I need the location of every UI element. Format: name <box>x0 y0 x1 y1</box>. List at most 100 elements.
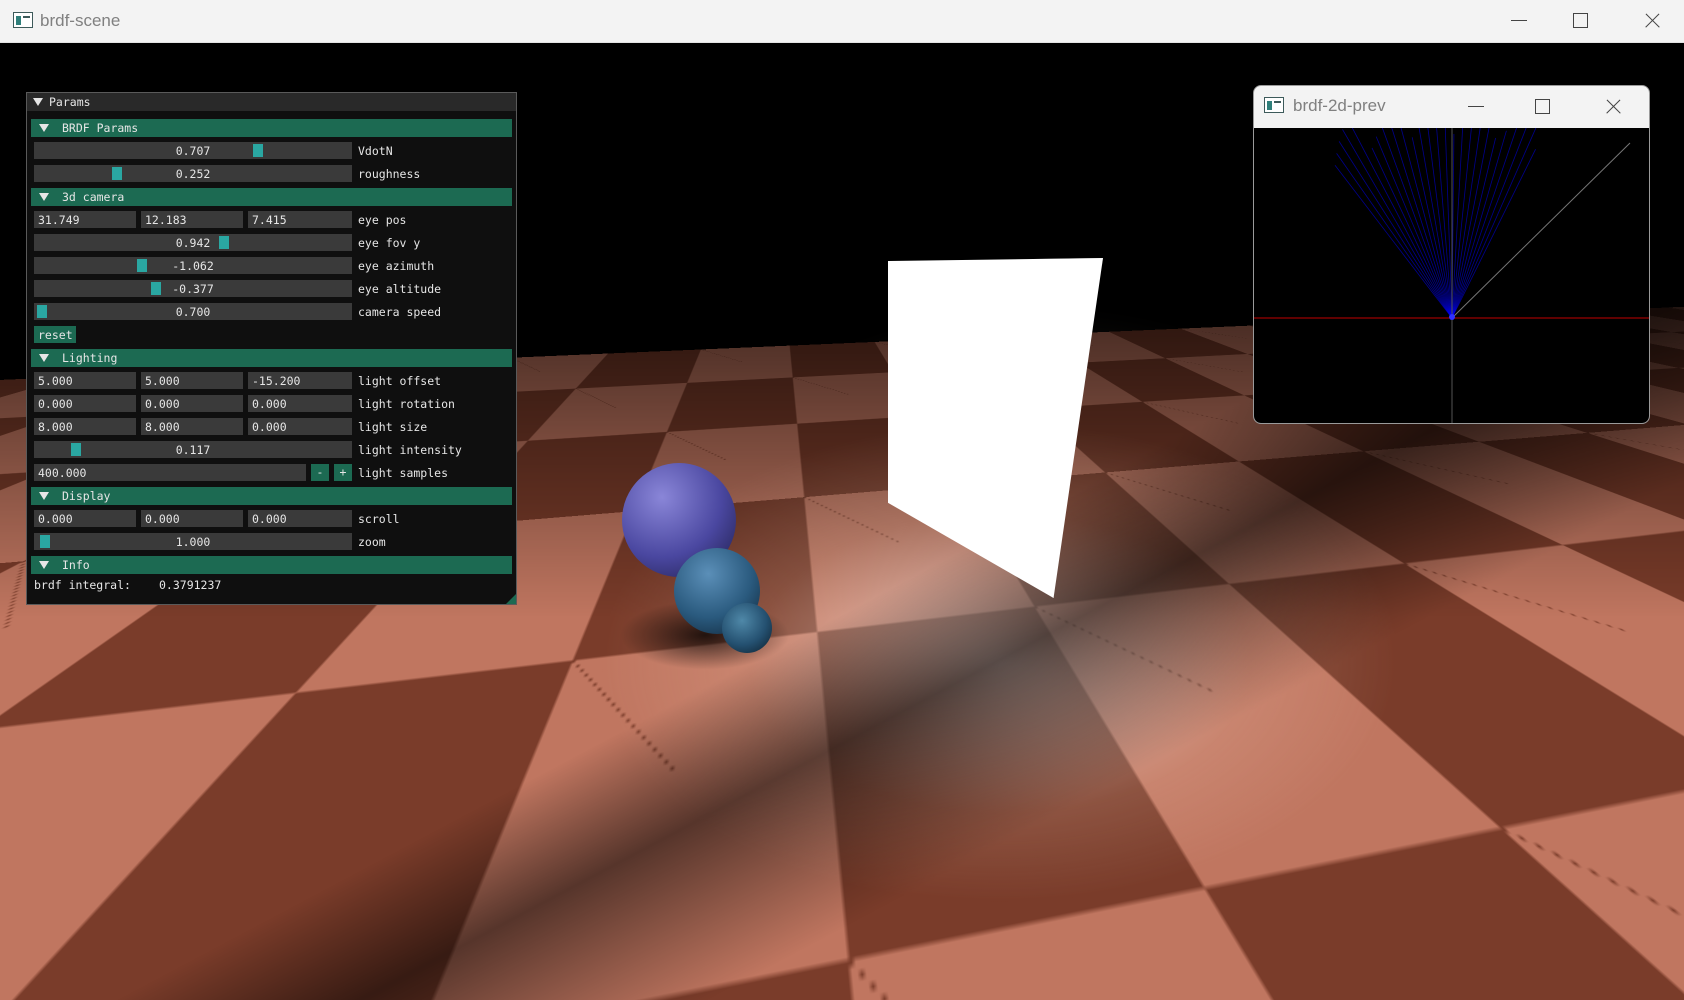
collapse-arrow-icon[interactable] <box>39 561 49 569</box>
lobe-ray <box>1451 137 1496 319</box>
slider-value: 0.700 <box>175 305 211 319</box>
light-offset-y-field[interactable]: 5.000 <box>141 372 243 389</box>
eye-fov-y-slider[interactable]: 0.942 <box>34 234 352 251</box>
section-display[interactable]: Display <box>31 487 512 505</box>
collapse-arrow-icon[interactable] <box>39 354 49 362</box>
close-button[interactable] <box>1589 86 1635 128</box>
params-titlebar[interactable]: Params <box>27 93 516 111</box>
field-value: 0.000 <box>252 420 287 434</box>
main-window-title: brdf-scene <box>40 11 121 30</box>
field-value: 8.000 <box>38 420 73 434</box>
eye-fov-y-label: eye fov y <box>358 236 421 250</box>
brdf-integral-label: brdf integral: <box>34 578 131 592</box>
collapse-arrow-icon[interactable] <box>39 492 49 500</box>
slider-value: 0.942 <box>175 236 211 250</box>
light-samples-increment-button[interactable]: + <box>334 464 352 481</box>
field-value: 0.000 <box>38 512 73 526</box>
eye-pos-y-field[interactable]: 12.183 <box>141 211 243 228</box>
field-value: -15.200 <box>252 374 301 388</box>
field-value: 31.749 <box>38 213 80 227</box>
field-value: 0.000 <box>252 512 287 526</box>
section-3d-camera[interactable]: 3d camera <box>31 188 512 206</box>
collapse-arrow-icon[interactable] <box>39 124 49 132</box>
section-brdf-params[interactable]: BRDF Params <box>31 119 512 137</box>
reset-button[interactable]: reset <box>34 326 76 343</box>
app-icon <box>1264 97 1284 113</box>
eye-azimuth-slider[interactable]: -1.062 <box>34 257 352 274</box>
scroll-y-field[interactable]: 0.000 <box>141 510 243 527</box>
app-icon <box>13 12 33 28</box>
scroll-x-field[interactable]: 0.000 <box>34 510 136 527</box>
close-button[interactable] <box>1628 0 1674 43</box>
eye-pos-x-field[interactable]: 31.749 <box>34 211 136 228</box>
light-size-z-field[interactable]: 0.000 <box>248 418 352 435</box>
collapse-arrow-icon[interactable] <box>39 193 49 201</box>
maximize-button[interactable] <box>1519 86 1565 128</box>
view-direction-line <box>1451 142 1631 319</box>
lobe-ray <box>1336 153 1453 319</box>
main-titlebar[interactable]: brdf-scene <box>0 0 1684 43</box>
sphere-small <box>722 603 772 653</box>
plus-icon: + <box>339 465 347 479</box>
scroll-z-field[interactable]: 0.000 <box>248 510 352 527</box>
field-value: 5.000 <box>145 374 180 388</box>
light-size-y-field[interactable]: 8.000 <box>141 418 243 435</box>
zoom-slider[interactable]: 1.000 <box>34 533 352 550</box>
eye-pos-label: eye pos <box>358 213 407 227</box>
section-label: Display <box>62 489 111 503</box>
slider-value: -1.062 <box>172 259 214 273</box>
section-label: Lighting <box>62 351 118 365</box>
camera-speed-slider[interactable]: 0.700 <box>34 303 352 320</box>
light-offset-z-field[interactable]: -15.200 <box>248 372 352 389</box>
field-value: 0.000 <box>252 397 287 411</box>
field-value: 7.415 <box>252 213 287 227</box>
light-intensity-slider[interactable]: 0.117 <box>34 441 352 458</box>
slider-value: 0.117 <box>175 443 211 457</box>
light-size-label: light size <box>358 420 428 434</box>
brdf-2d-prev-window[interactable]: brdf-2d-prev <box>1253 85 1650 424</box>
lobe-ray <box>1451 111 1544 319</box>
vdotn-slider[interactable]: 0.707 <box>34 142 352 159</box>
section-info[interactable]: Info <box>31 556 512 574</box>
brdf-2d-plot <box>1254 97 1649 423</box>
lobe-ray <box>1411 137 1453 319</box>
lobe-ray <box>1334 164 1453 319</box>
zoom-label: zoom <box>358 535 386 549</box>
section-label: Info <box>62 558 90 572</box>
light-size-x-field[interactable]: 8.000 <box>34 418 136 435</box>
brdf-integral-value: 0.3791237 <box>159 578 222 592</box>
minimize-button[interactable] <box>1452 86 1498 128</box>
camera-speed-label: camera speed <box>358 305 442 319</box>
eye-altitude-slider[interactable]: -0.377 <box>34 280 352 297</box>
preview-window-title: brdf-2d-prev <box>1293 96 1386 115</box>
roughness-slider[interactable]: 0.252 <box>34 165 352 182</box>
light-rotation-z-field[interactable]: 0.000 <box>248 395 352 412</box>
eye-pos-z-field[interactable]: 7.415 <box>248 211 352 228</box>
light-rotation-x-field[interactable]: 0.000 <box>34 395 136 412</box>
brdf-lobe-rays <box>1334 97 1544 319</box>
section-label: 3d camera <box>62 190 125 204</box>
maximize-button[interactable] <box>1557 0 1603 43</box>
vdotn-label: VdotN <box>358 144 393 158</box>
field-value: 400.000 <box>38 466 87 480</box>
section-lighting[interactable]: Lighting <box>31 349 512 367</box>
slider-value: -0.377 <box>172 282 214 296</box>
params-title: Params <box>49 95 91 109</box>
collapse-arrow-icon[interactable] <box>33 98 43 106</box>
lobe-ray <box>1346 117 1453 319</box>
light-samples-field[interactable]: 400.000 <box>34 464 306 481</box>
resize-grip[interactable] <box>506 594 516 604</box>
light-intensity-label: light intensity <box>358 443 462 457</box>
lobe-ray <box>1338 141 1453 319</box>
light-offset-x-field[interactable]: 5.000 <box>34 372 136 389</box>
scroll-label: scroll <box>358 512 400 526</box>
slider-value: 1.000 <box>175 535 211 549</box>
eye-altitude-label: eye altitude <box>358 282 442 296</box>
minimize-button[interactable] <box>1495 0 1541 43</box>
params-window[interactable]: Params BRDF Params 0.707 VdotN 0.252 rou… <box>26 92 517 605</box>
slider-value: 0.707 <box>175 144 211 158</box>
roughness-label: roughness <box>358 167 421 181</box>
light-rotation-y-field[interactable]: 0.000 <box>141 395 243 412</box>
light-samples-decrement-button[interactable]: - <box>311 464 329 481</box>
minus-icon: - <box>316 465 324 479</box>
